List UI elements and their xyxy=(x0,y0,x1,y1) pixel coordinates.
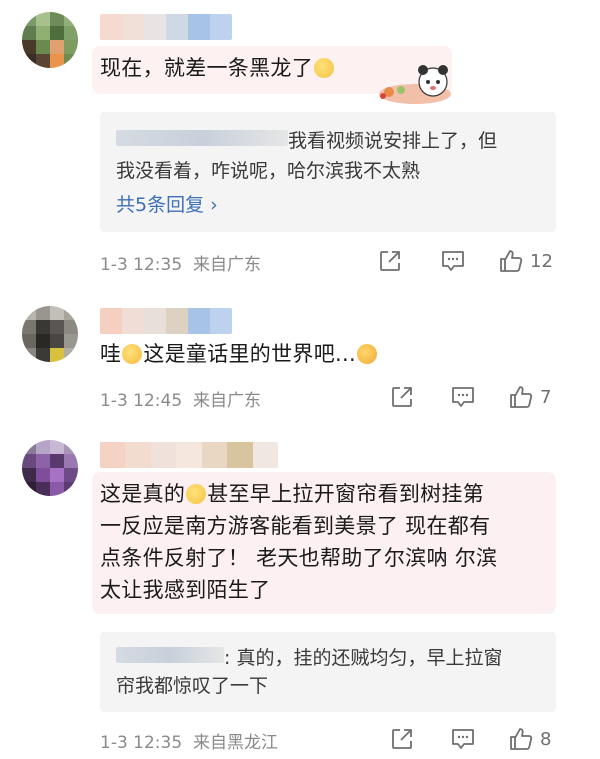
view-more-replies-link[interactable]: 共5条回复 › xyxy=(116,190,540,220)
comment-meta: 1-3 12:35 来自广东 12 xyxy=(100,246,560,276)
share-icon xyxy=(392,729,412,749)
timestamp: 1-3 12:45 xyxy=(100,391,183,411)
comment-button[interactable] xyxy=(440,248,466,274)
star-struck-emoji-icon xyxy=(356,344,377,364)
reply-username-blurred[interactable] xyxy=(116,647,224,663)
share-icon xyxy=(380,251,400,271)
like-count: 7 xyxy=(540,386,552,408)
reply-text: 我看视频说安排上了，但 我没看着，咋说呢，哈尔滨我不太熟 xyxy=(116,130,498,182)
thumbs-up-icon xyxy=(500,250,523,272)
location: 来自广东 xyxy=(192,391,261,411)
comment-text: 哇这是童话里的世界吧... xyxy=(100,338,378,370)
comment-meta: 1-3 12:35 来自黑龙江 8 xyxy=(100,724,560,754)
like-button[interactable]: 8 xyxy=(508,726,551,752)
comment-icon xyxy=(442,251,464,271)
share-button[interactable] xyxy=(390,726,414,752)
comment-button[interactable] xyxy=(450,726,476,752)
comment-meta: 1-3 12:45 来自广东 7 xyxy=(100,382,560,412)
like-button[interactable]: 7 xyxy=(508,384,551,410)
comment-icon xyxy=(452,387,474,407)
panda-sticker-icon xyxy=(379,65,451,104)
grinning-emoji-icon xyxy=(314,58,334,78)
username-blurred[interactable] xyxy=(100,442,278,468)
share-button[interactable] xyxy=(378,248,402,274)
smile-emoji-icon xyxy=(186,484,207,504)
avatar[interactable] xyxy=(22,440,78,496)
thumbs-up-icon xyxy=(510,728,533,750)
avatar[interactable] xyxy=(22,306,78,362)
location: 来自黑龙江 xyxy=(192,733,278,753)
reply-username-blurred[interactable] xyxy=(116,130,288,146)
thumbs-up-icon xyxy=(510,386,533,408)
comment-icon xyxy=(452,729,474,749)
heart-eyes-emoji-icon xyxy=(122,344,143,364)
like-button[interactable]: 12 xyxy=(498,248,553,274)
comment-text: 现在，就差一条黑龙了 xyxy=(100,52,335,84)
timestamp: 1-3 12:35 xyxy=(100,255,183,275)
reply-text: : 真的，挂的还贼均匀，早上拉窗 帘我都惊叹了一下 xyxy=(116,647,503,697)
username-blurred[interactable] xyxy=(100,14,232,40)
like-count: 12 xyxy=(530,250,553,272)
reply-box[interactable]: 我看视频说安排上了，但 我没看着，咋说呢，哈尔滨我不太熟 共5条回复 › xyxy=(100,112,556,232)
like-count: 8 xyxy=(540,728,552,750)
comment-text: 这是真的 甚至早上拉开窗帘看到树挂第 一反应是南方游客能看到美景了 现在都有 点条… xyxy=(100,482,498,602)
avatar[interactable] xyxy=(22,12,78,68)
username-blurred[interactable] xyxy=(100,308,232,334)
comment-button[interactable] xyxy=(450,384,476,410)
reply-box[interactable]: : 真的，挂的还贼均匀，早上拉窗 帘我都惊叹了一下 xyxy=(100,632,556,712)
location: 来自广东 xyxy=(192,255,261,275)
share-button[interactable] xyxy=(390,384,414,410)
timestamp: 1-3 12:35 xyxy=(100,733,183,753)
share-icon xyxy=(392,387,412,407)
